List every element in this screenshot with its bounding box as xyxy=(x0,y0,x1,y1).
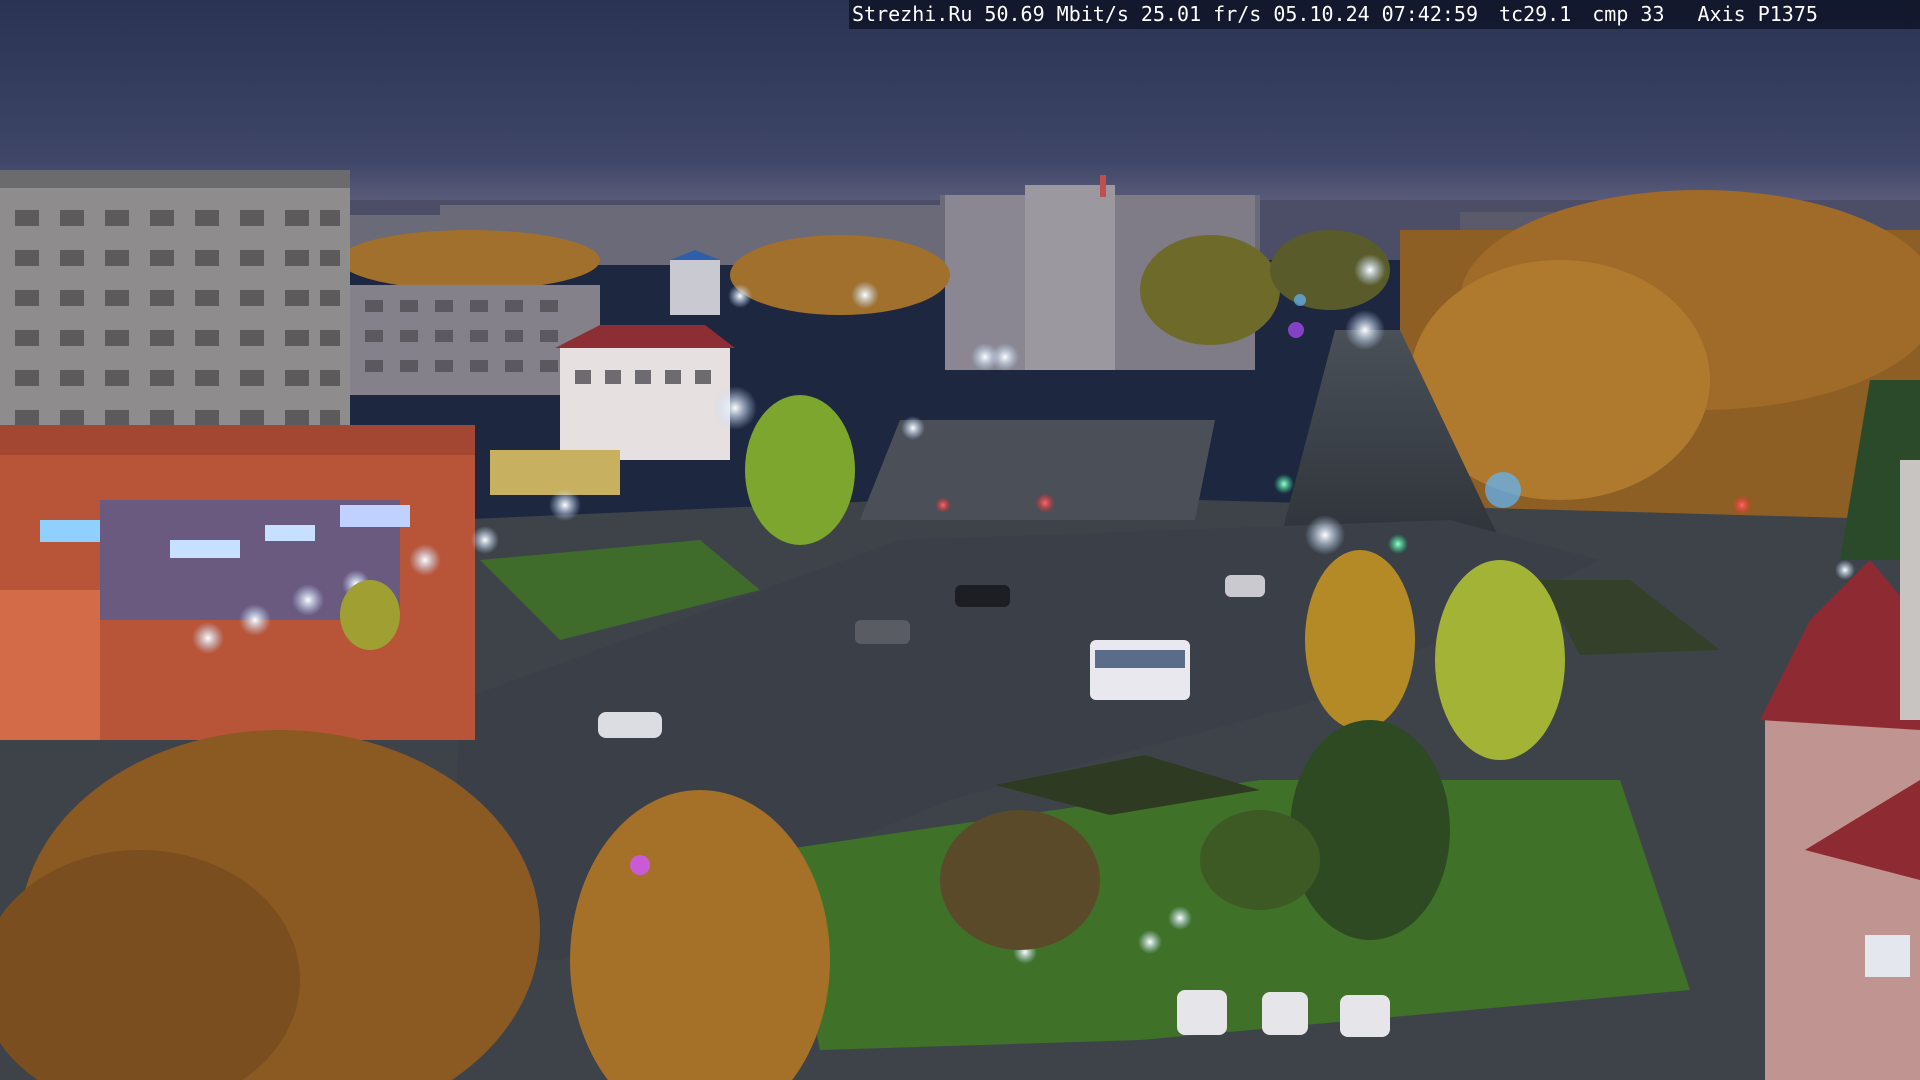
grey-car xyxy=(855,620,910,644)
overlay-framerate: 25.01 fr/s xyxy=(1140,2,1262,26)
webcam-frame: Strezhi.Ru 50.69 Mbit/s 25.01 fr/s 05.10… xyxy=(0,0,1920,1080)
city-square-night-view xyxy=(0,0,1920,1080)
car-far xyxy=(1225,575,1265,597)
overlay-date: 05.10.24 xyxy=(1273,2,1370,26)
overlay-tc: tc29.1 xyxy=(1499,2,1572,26)
dark-car xyxy=(955,585,1010,607)
parked-car-2 xyxy=(1262,992,1308,1035)
parked-car-3 xyxy=(1340,995,1390,1037)
overlay-time: 07:42:59 xyxy=(1381,2,1478,26)
shopping-center xyxy=(0,425,475,740)
overlay-site: Strezhi.Ru xyxy=(852,2,973,26)
overlay-cmp: cmp 33 xyxy=(1592,2,1665,26)
parked-car-1 xyxy=(1177,990,1227,1035)
camera-overlay-bar: Strezhi.Ru 50.69 Mbit/s 25.01 fr/s 05.10… xyxy=(849,0,1920,29)
white-car xyxy=(598,712,662,738)
overlay-bitrate: 50.69 Mbit/s xyxy=(984,2,1129,26)
white-bus xyxy=(1090,640,1190,700)
overlay-camera-model: Axis P1375 xyxy=(1697,2,1818,26)
